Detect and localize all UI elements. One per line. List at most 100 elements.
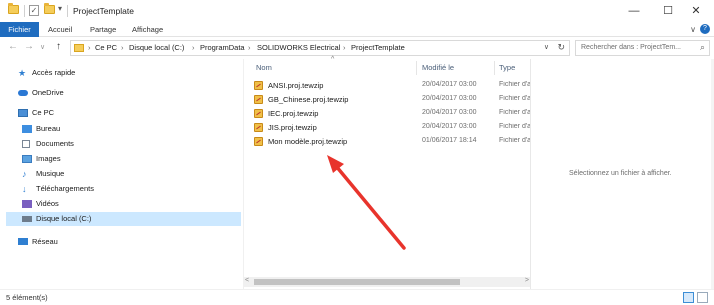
file-row[interactable]: Mon modèle.proj.tewzip 01/06/2017 18:14 …: [252, 135, 530, 148]
chevron-down-icon[interactable]: ∨: [544, 43, 549, 51]
search-input[interactable]: Rechercher dans : ProjectTem... ⌕: [575, 40, 710, 56]
file-modified: 20/04/2017 03:00: [422, 123, 477, 130]
scroll-right-icon[interactable]: >: [525, 277, 529, 284]
horizontal-scrollbar[interactable]: < >: [244, 277, 530, 287]
sidebar-item-label: Vidéos: [36, 199, 59, 208]
sidebar-item-disque-local[interactable]: Disque local (C:): [6, 212, 241, 226]
breadcrumb-programdata[interactable]: ProgramData: [200, 43, 245, 52]
folder-icon: [8, 3, 19, 14]
chevron-down-icon[interactable]: ∨: [690, 25, 696, 34]
title-bar: ✓ ▾ ProjectTemplate — ☐ ✕: [0, 0, 714, 22]
close-button[interactable]: ✕: [676, 0, 714, 22]
breadcrumb-separator: ›: [192, 43, 195, 52]
sort-ascending-icon: ^: [331, 56, 335, 63]
sidebar-item-images[interactable]: Images: [22, 152, 222, 166]
status-bar: 5 élément(s): [0, 289, 714, 305]
file-row[interactable]: ANSI.proj.tewzip 20/04/2017 03:00 Fichie…: [252, 79, 530, 92]
breadcrumb-separator: ›: [343, 43, 346, 52]
sidebar-item-telechargements[interactable]: ↓ Téléchargements: [22, 182, 222, 196]
file-type: Fichier d'a: [499, 123, 530, 130]
music-icon: ♪: [22, 169, 27, 179]
sidebar-item-ce-pc[interactable]: Ce PC: [18, 106, 218, 120]
cloud-icon: [18, 90, 28, 96]
refresh-icon[interactable]: ↻: [557, 42, 565, 53]
star-icon: ★: [18, 68, 27, 78]
divider: [67, 5, 68, 17]
details-view-icon[interactable]: [683, 292, 694, 303]
file-name: GB_Chinese.proj.tewzip: [268, 95, 349, 104]
pc-icon: [18, 109, 28, 117]
sidebar-item-videos[interactable]: Vidéos: [22, 197, 222, 211]
sidebar-item-label: Documents: [36, 139, 74, 148]
new-folder-icon[interactable]: [44, 3, 55, 14]
documents-icon: [22, 140, 30, 148]
sidebar-item-label: Disque local (C:): [36, 214, 92, 223]
file-type: Fichier d'a: [499, 95, 530, 102]
column-divider[interactable]: [416, 61, 417, 75]
file-row[interactable]: IEC.proj.tewzip 20/04/2017 03:00 Fichier…: [252, 107, 530, 120]
sidebar-item-label: Accès rapide: [32, 68, 76, 77]
customize-quick-access-icon[interactable]: ▾: [58, 4, 62, 16]
videos-icon: [22, 200, 32, 208]
sidebar-item-label: OneDrive: [32, 88, 64, 97]
breadcrumb-projecttemplate[interactable]: ProjectTemplate: [351, 43, 405, 52]
tab-accueil[interactable]: Accueil: [42, 22, 78, 37]
file-list: ^ Nom Modifié le Type ANSI.proj.tewzip 2…: [244, 56, 530, 289]
breadcrumb-disque-local[interactable]: Disque local (C:): [129, 43, 184, 52]
network-icon: [18, 238, 28, 245]
sidebar-item-onedrive[interactable]: OneDrive: [18, 86, 218, 100]
file-name: JIS.proj.tewzip: [268, 123, 317, 132]
sidebar-item-label: Téléchargements: [36, 184, 94, 193]
sidebar-item-documents[interactable]: Documents: [22, 137, 222, 151]
breadcrumb-solidworks-electrical[interactable]: SOLIDWORKS Electrical: [257, 43, 340, 52]
sidebar-item-reseau[interactable]: Réseau: [18, 235, 218, 249]
sidebar-item-label: Réseau: [32, 237, 58, 246]
column-header-name[interactable]: Nom: [256, 63, 272, 72]
images-icon: [22, 155, 32, 163]
sidebar-item-bureau[interactable]: Bureau: [22, 122, 222, 136]
sidebar-item-label: Bureau: [36, 124, 61, 133]
scroll-left-icon[interactable]: <: [245, 277, 249, 284]
desktop-folder-icon: [22, 125, 32, 133]
up-button[interactable]: ↑: [56, 41, 61, 52]
folder-icon: [74, 44, 84, 52]
properties-icon[interactable]: ✓: [29, 5, 39, 16]
drive-icon: [22, 216, 32, 222]
navigation-bar: ← → ∨ ↑ › Ce PC › Disque local (C:) › Pr…: [0, 37, 714, 59]
archive-file-icon: [254, 123, 263, 132]
file-type: Fichier d'a: [499, 81, 530, 88]
large-icons-view-icon[interactable]: [697, 292, 708, 303]
divider: [24, 5, 25, 17]
archive-file-icon: [254, 95, 263, 104]
sidebar-item-musique[interactable]: ♪ Musique: [22, 167, 222, 181]
preview-pane-message: Sélectionnez un fichier à afficher.: [569, 170, 672, 177]
search-placeholder: Rechercher dans : ProjectTem...: [581, 44, 681, 51]
file-row[interactable]: GB_Chinese.proj.tewzip 20/04/2017 03:00 …: [252, 93, 530, 106]
navigation-pane: ★ Accès rapide OneDrive Ce PC Bureau Doc…: [0, 59, 243, 289]
tab-fichier[interactable]: Fichier: [0, 22, 39, 37]
breadcrumb-ce-pc[interactable]: Ce PC: [95, 43, 117, 52]
scrollbar-thumb[interactable]: [254, 279, 460, 285]
file-name: Mon modèle.proj.tewzip: [268, 137, 348, 146]
file-modified: 20/04/2017 03:00: [422, 109, 477, 116]
back-button[interactable]: ←: [8, 41, 18, 52]
address-bar[interactable]: › Ce PC › Disque local (C:) › ProgramDat…: [70, 40, 570, 56]
tab-partage[interactable]: Partage: [84, 22, 122, 37]
sidebar-item-acces-rapide[interactable]: ★ Accès rapide: [18, 66, 218, 80]
file-modified: 20/04/2017 03:00: [422, 81, 477, 88]
file-modified: 01/06/2017 18:14: [422, 137, 477, 144]
ribbon-tabs: Fichier Accueil Partage Affichage ∨ ?: [0, 22, 714, 37]
item-count: 5 élément(s): [6, 293, 48, 302]
help-icon[interactable]: ?: [700, 24, 710, 34]
breadcrumb-separator: ›: [248, 43, 251, 52]
column-header-type[interactable]: Type: [499, 63, 515, 72]
recent-locations-button[interactable]: ∨: [40, 43, 45, 51]
sidebar-item-label: Ce PC: [32, 108, 55, 117]
divider: [530, 59, 531, 289]
column-header-modified[interactable]: Modifié le: [422, 63, 454, 72]
column-divider[interactable]: [494, 61, 495, 75]
forward-button[interactable]: →: [24, 41, 34, 52]
tab-affichage[interactable]: Affichage: [126, 22, 169, 37]
file-row[interactable]: JIS.proj.tewzip 20/04/2017 03:00 Fichier…: [252, 121, 530, 134]
file-type: Fichier d'a: [499, 137, 530, 144]
